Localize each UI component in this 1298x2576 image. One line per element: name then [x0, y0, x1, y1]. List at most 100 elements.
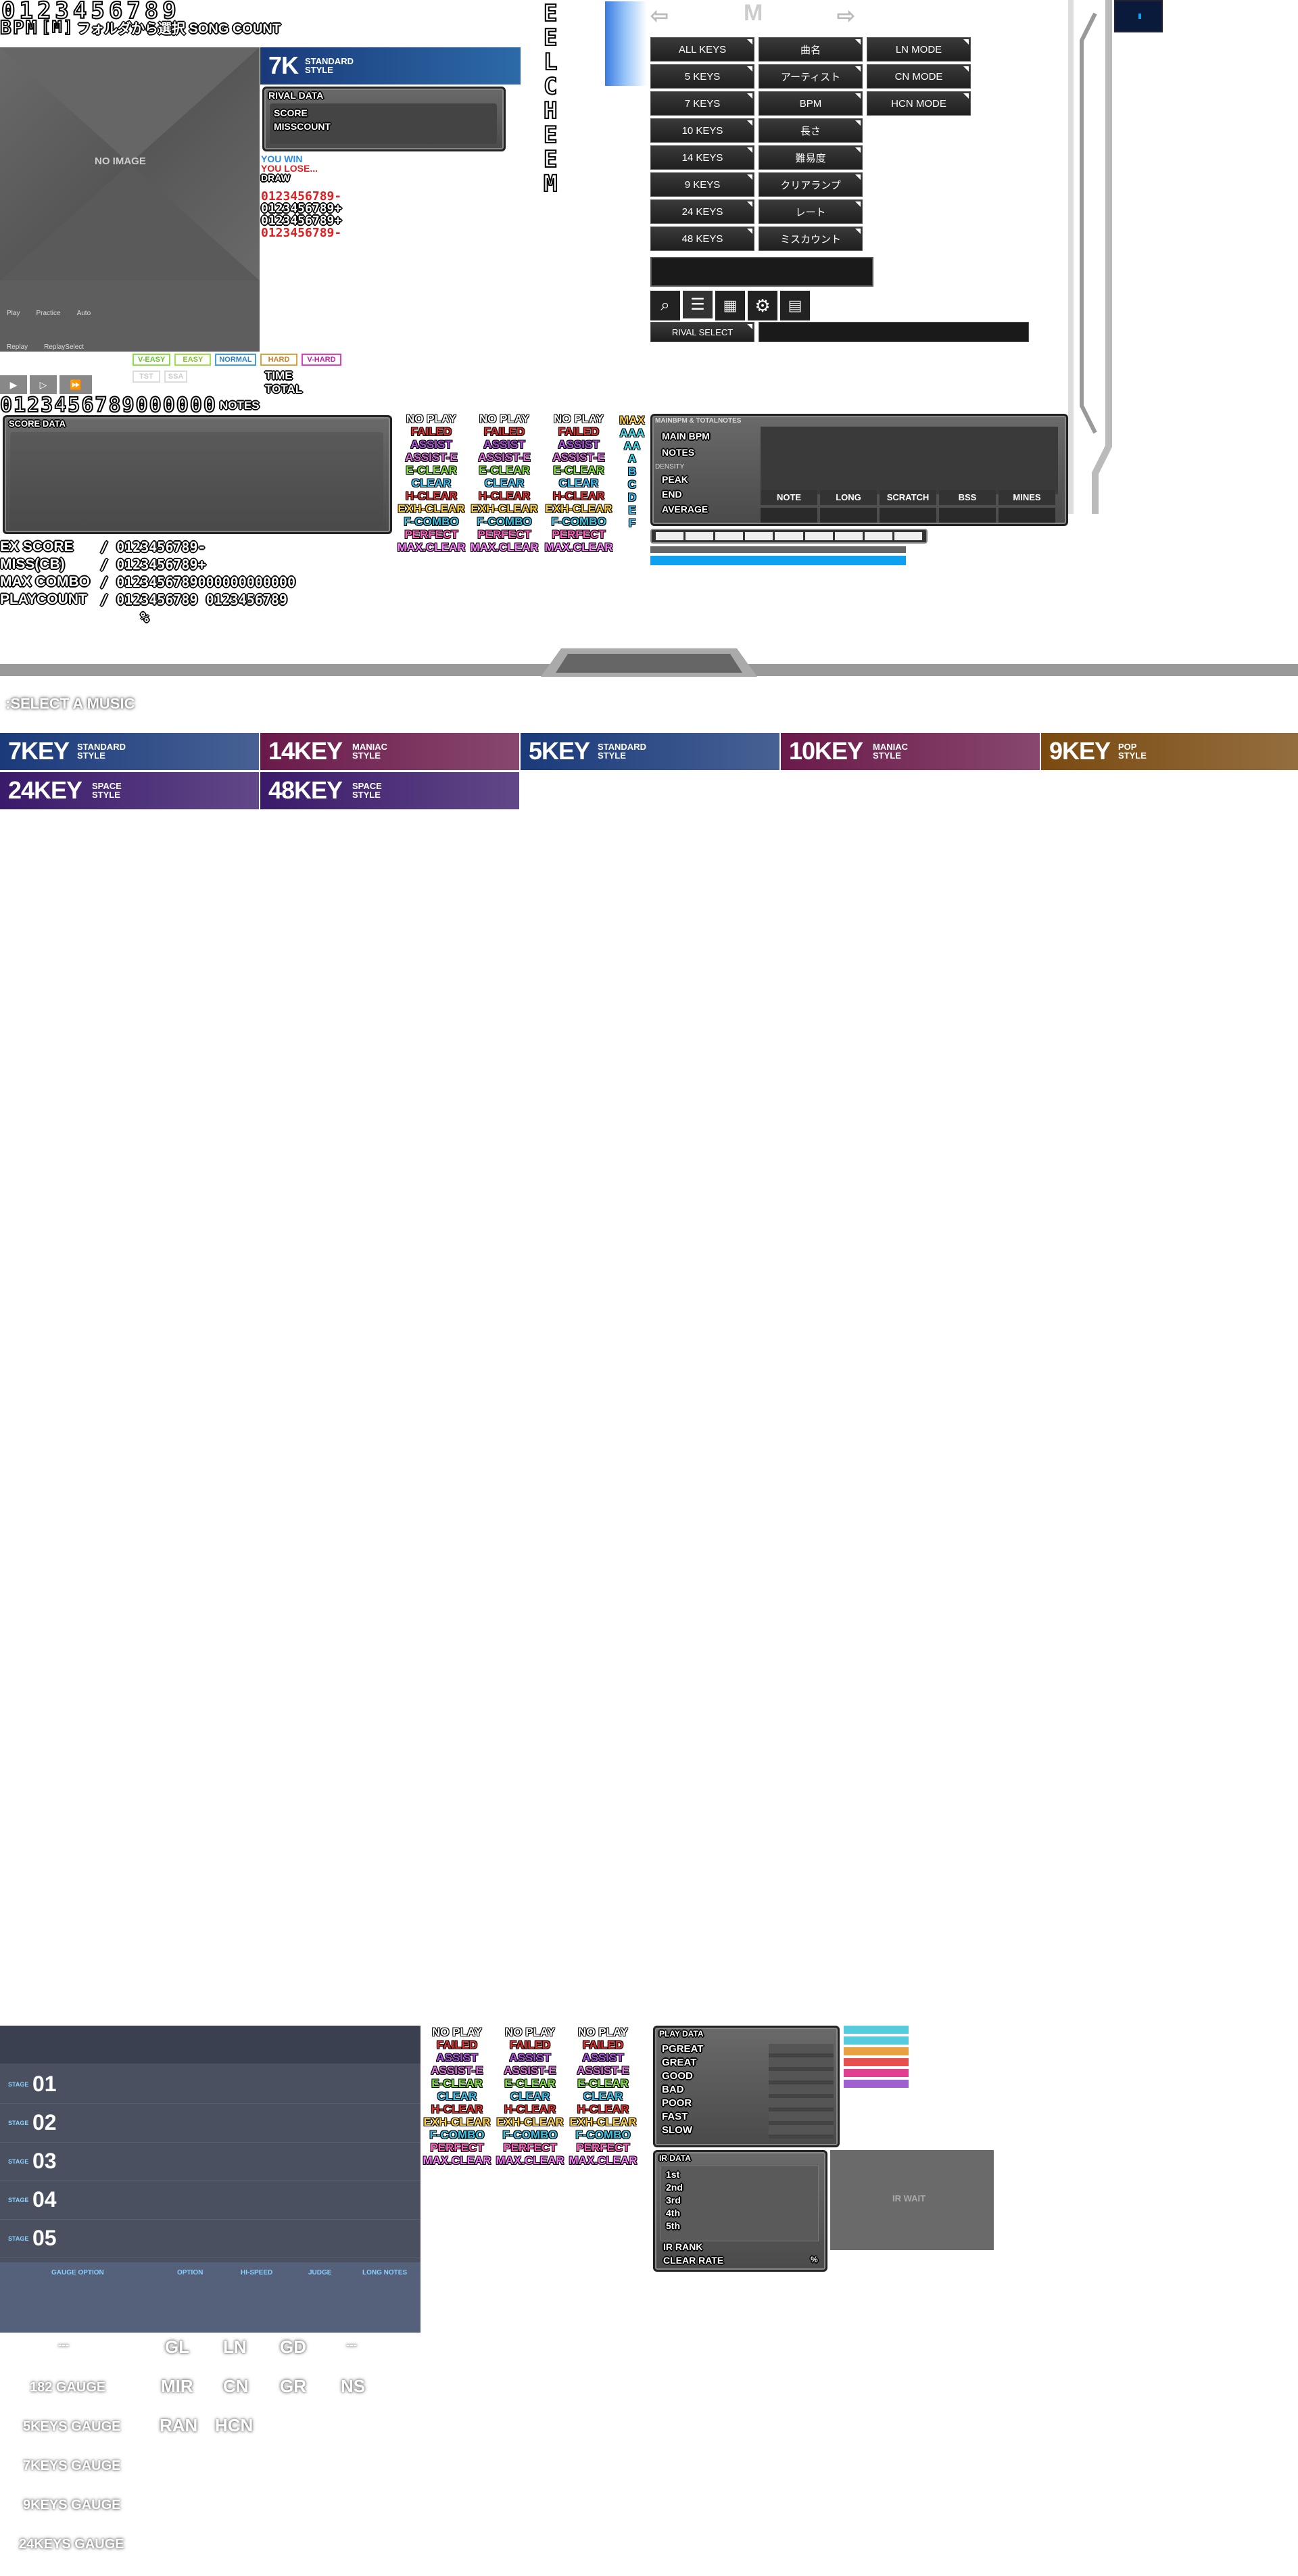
- play-icon[interactable]: ▶: [0, 375, 27, 394]
- style-banner-9key[interactable]: 9KEY POP STYLE: [1041, 733, 1298, 770]
- header-tab: [541, 648, 757, 677]
- menu-5-keys[interactable]: 5 KEYS: [650, 64, 754, 89]
- sort-rate[interactable]: レート: [759, 199, 863, 224]
- stage-row[interactable]: STAGE 01: [0, 2066, 420, 2104]
- mode-cn[interactable]: CN MODE: [867, 64, 971, 89]
- grid-icon[interactable]: ▦: [715, 291, 745, 320]
- lamp-column-3: NO PLAY FAILED ASSIST ASSIST-E E-CLEAR CLEAR H…: [567, 2026, 640, 2167]
- style-banner-14key[interactable]: 14KEY MANIAC STYLE: [260, 733, 519, 770]
- notes-label: NOTES: [219, 398, 260, 412]
- next-arrow-icon[interactable]: ⇨: [837, 3, 855, 28]
- sort-length[interactable]: 長さ: [759, 118, 863, 143]
- rank-label: E: [628, 504, 636, 517]
- gauge-gl[interactable]: GL: [165, 2337, 189, 2358]
- chart-info-panel: MAINBPM & TOTALNOTES MAIN BPM NOTES DENS…: [650, 414, 1068, 526]
- style-banner-10key[interactable]: 10KEY MANIAC STYLE: [781, 733, 1040, 770]
- menu-all-keys[interactable]: ALL KEYS: [650, 37, 754, 62]
- sort-difficulty[interactable]: 難易度: [759, 145, 863, 170]
- search-input[interactable]: [650, 257, 873, 287]
- extra-chips: TST SSA: [133, 371, 188, 383]
- style-banner-24key[interactable]: 24KEY SPACE STYLE: [0, 772, 259, 809]
- gauge-gd[interactable]: GD: [280, 2337, 306, 2358]
- option-ran[interactable]: RAN: [160, 2415, 197, 2436]
- document-icon[interactable]: ▤: [780, 291, 810, 320]
- stagefile-panel: NO IMAGE Play Practice Auto Replay Repla…: [0, 47, 260, 352]
- gauge-9keys[interactable]: 9KEYS GAUGE: [23, 2498, 120, 2513]
- option-label[interactable]: OPTION: [177, 2269, 203, 2276]
- mode-ln[interactable]: LN MODE: [867, 37, 971, 62]
- menu-9-keys[interactable]: 9 KEYS: [650, 172, 754, 197]
- sort-clear-lamp[interactable]: クリアランプ: [759, 172, 863, 197]
- play-hint[interactable]: Play: [7, 310, 20, 317]
- menu-14-keys[interactable]: 14 KEYS: [650, 145, 754, 170]
- gauge-5keys[interactable]: 5KEYS GAUGE: [23, 2419, 120, 2435]
- diff-hard[interactable]: HARD: [260, 354, 298, 366]
- lamp-label: E-CLEAR: [577, 2077, 629, 2090]
- style-banner-48key[interactable]: 48KEY SPACE STYLE: [260, 772, 519, 809]
- judge-label[interactable]: JUDGE: [308, 2269, 331, 2276]
- menu-7-keys[interactable]: 7 KEYS: [650, 91, 754, 116]
- option-hcn[interactable]: HCN: [215, 2415, 253, 2436]
- play-data-panel: PLAY DATA PGREAT GREAT GOOD BAD POOR FAS…: [653, 2026, 840, 2147]
- diff-easy[interactable]: EASY: [174, 354, 212, 366]
- option-gr[interactable]: GR: [280, 2376, 306, 2397]
- stage-row[interactable]: STAGE 05: [0, 2220, 420, 2258]
- chip-tst[interactable]: TST: [133, 371, 160, 383]
- sort-artist[interactable]: アーティスト: [759, 64, 863, 89]
- lamp-label: MAX.CLEAR: [496, 2154, 564, 2167]
- step-icon[interactable]: ▷: [30, 375, 57, 394]
- replay-hint[interactable]: Replay: [7, 343, 28, 351]
- stage-row[interactable]: STAGE 02: [0, 2105, 420, 2143]
- hispeed-label[interactable]: HI-SPEED: [241, 2269, 272, 2276]
- lamp-column-2: NO PLAY FAILED ASSIST ASSIST-E E-CLEAR CLEAR H…: [494, 2026, 567, 2167]
- lamp-label: EXH-CLEAR: [496, 2116, 564, 2128]
- menu-10-keys[interactable]: 10 KEYS: [650, 118, 754, 143]
- sort-bpm[interactable]: BPM: [759, 91, 863, 116]
- diff-veasy[interactable]: V-EASY: [133, 354, 171, 366]
- style-banner-7key[interactable]: 7KEY STANDARD STYLE: [0, 733, 259, 770]
- lamp-label: CLEAR: [437, 2090, 477, 2103]
- lamp-label: F-COMBO: [502, 2128, 558, 2141]
- auto-hint[interactable]: Auto: [77, 310, 91, 317]
- gauge-option-label[interactable]: GAUGE OPTION: [51, 2269, 104, 2276]
- gauge-ln[interactable]: LN: [223, 2337, 247, 2358]
- mode-hcn[interactable]: HCN MODE: [867, 91, 971, 116]
- option-cn[interactable]: CN: [223, 2376, 249, 2397]
- prev-arrow-icon[interactable]: ⇦: [650, 3, 669, 28]
- menu-24-keys[interactable]: 24 KEYS: [650, 199, 754, 224]
- sort-title[interactable]: 曲名: [759, 37, 863, 62]
- big-digits: 0123456789000000: [0, 393, 217, 418]
- lamp-label: E-CLEAR: [553, 464, 604, 477]
- option-ns[interactable]: NS: [341, 2376, 365, 2397]
- list-icon[interactable]: ☰: [683, 291, 713, 320]
- gauge-182[interactable]: 182 GAUGE: [30, 2380, 105, 2395]
- difficulty-chips: V-EASY EASY NORMAL HARD V-HARD: [133, 354, 341, 366]
- long-notes-label[interactable]: LONG NOTES: [362, 2269, 407, 2276]
- sort-miss-count[interactable]: ミスカウント: [759, 226, 863, 251]
- stage-row[interactable]: STAGE 03: [0, 2143, 420, 2181]
- gear-icon[interactable]: ⚙: [748, 291, 777, 320]
- chip-ssa[interactable]: SSA: [164, 371, 188, 383]
- lamp-label: ASSIST: [582, 2051, 624, 2064]
- poor-label: POOR: [662, 2097, 692, 2109]
- rival-select-field[interactable]: [759, 322, 1029, 342]
- gauge-24keys[interactable]: 24KEYS GAUGE: [19, 2537, 124, 2552]
- option-mir[interactable]: MIR: [161, 2376, 193, 2397]
- menu-48-keys[interactable]: 48 KEYS: [650, 226, 754, 251]
- play-controls: ▶ ▷ ⏩: [0, 375, 92, 394]
- diff-normal[interactable]: NORMAL: [215, 354, 256, 366]
- practice-hint[interactable]: Practice: [36, 310, 60, 317]
- stage-row[interactable]: STAGE 04: [0, 2182, 420, 2220]
- ir-4th: 4th: [666, 2208, 680, 2218]
- rival-select-button[interactable]: RIVAL SELECT: [650, 322, 754, 342]
- gauge-7keys[interactable]: 7KEYS GAUGE: [23, 2458, 120, 2474]
- stage-number: 02: [32, 2110, 57, 2134]
- rank-label: MAX: [619, 414, 645, 427]
- replay-select-hint[interactable]: ReplaySelect: [44, 343, 84, 351]
- lamp-label: H-CLEAR: [478, 490, 531, 502]
- rank-label: AA: [623, 439, 641, 452]
- diff-vhard[interactable]: V-HARD: [302, 354, 341, 366]
- fast-forward-icon[interactable]: ⏩: [59, 375, 92, 394]
- search-icon[interactable]: ⌕: [650, 291, 680, 320]
- style-banner-5key[interactable]: 5KEY STANDARD STYLE: [521, 733, 779, 770]
